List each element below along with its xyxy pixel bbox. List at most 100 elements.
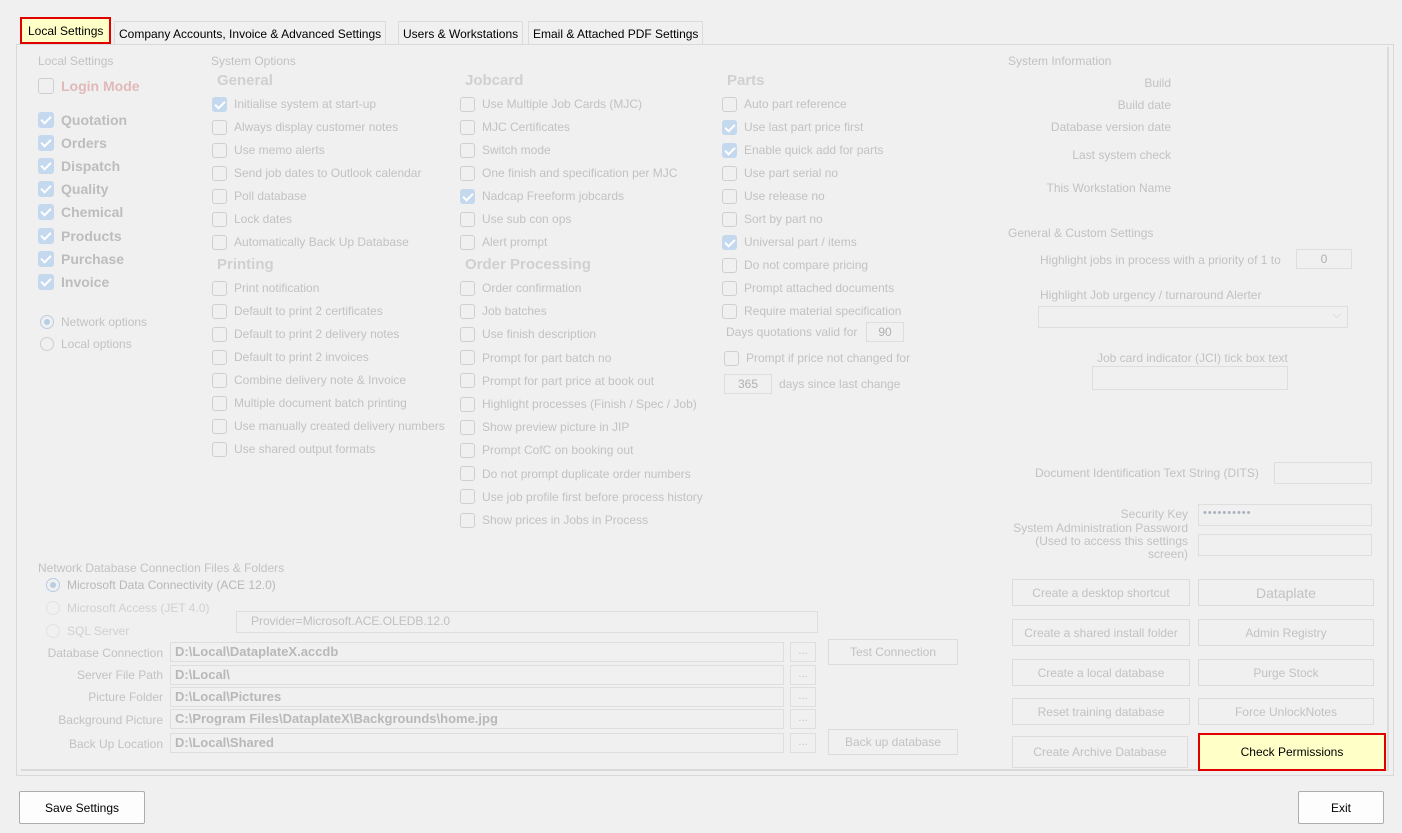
order-option-checkbox[interactable]: Use finish description [460,325,596,343]
highlight-priority-input[interactable]: 0 [1296,249,1352,269]
printing-option-checkbox[interactable]: Default to print 2 invoices [212,348,369,366]
save-settings-button[interactable]: Save Settings [19,791,145,824]
jobcard-option-checkbox[interactable]: One finish and specification per MJC [460,164,677,182]
parts-option-checkbox[interactable]: Auto part reference [722,95,847,113]
create-local-database-button[interactable]: Create a local database [1012,659,1190,686]
general-option-checkbox[interactable]: Always display customer notes [212,118,398,136]
server-path-input[interactable]: D:\Local\ [170,665,784,685]
parts-option-checkbox[interactable]: Sort by part no [722,210,823,228]
jci-label: Job card indicator (JCI) tick box text [1097,351,1288,365]
parts-option-checkbox[interactable]: Prompt attached documents [722,279,894,297]
jci-input[interactable] [1092,366,1288,390]
order-option-checkbox[interactable]: Show prices in Jobs in Process [460,511,648,529]
parts-option-checkbox[interactable]: Universal part / items [722,233,857,251]
order-option-checkbox[interactable]: Job batches [460,302,547,320]
printing-option-checkbox[interactable]: Default to print 2 certificates [212,302,383,320]
purge-stock-button[interactable]: Purge Stock [1198,659,1374,686]
order-option-checkbox[interactable]: Prompt for part batch no [460,349,611,367]
create-archive-database-button[interactable]: Create Archive Database [1012,736,1188,768]
module-checkbox[interactable]: Quality [38,180,108,198]
admin-registry-button[interactable]: Admin Registry [1198,619,1374,646]
admin-password-input[interactable] [1198,534,1372,556]
tab-email-pdf-settings[interactable]: Email & Attached PDF Settings [528,21,704,44]
order-option-checkbox[interactable]: Prompt CofC on booking out [460,441,633,459]
checkbox-label: Do not compare pricing [744,258,869,272]
jobcard-option-checkbox[interactable]: Use sub con ops [460,210,571,228]
network-options-radio[interactable]: Network options [40,313,147,331]
local-options-radio[interactable]: Local options [40,335,132,353]
module-checkbox[interactable]: Orders [38,134,107,152]
login-mode-checkbox[interactable]: Login Mode [38,77,140,95]
tab-users-workstations[interactable]: Users & Workstations [398,21,524,44]
printing-option-checkbox[interactable]: Default to print 2 delivery notes [212,325,399,343]
backup-location-input[interactable]: D:\Local\Shared [170,733,784,753]
ace-radio[interactable]: Microsoft Data Connectivity (ACE 12.0) [46,576,276,594]
create-shared-install-button[interactable]: Create a shared install folder [1012,619,1190,646]
parts-option-checkbox[interactable]: Require material specification [722,302,901,320]
backup-location-browse-button[interactable]: ... [790,733,816,753]
printing-option-checkbox[interactable]: Use manually created delivery numbers [212,417,445,435]
sql-radio[interactable]: SQL Server [46,622,129,640]
module-checkbox[interactable]: Purchase [38,250,124,268]
module-checkbox[interactable]: Chemical [38,203,123,221]
parts-option-checkbox[interactable]: Do not compare pricing [722,256,868,274]
module-checkbox[interactable]: Dispatch [38,157,120,175]
module-checkbox[interactable]: Invoice [38,273,109,291]
jet-radio[interactable]: Microsoft Access (JET 4.0) [46,599,209,617]
order-option-checkbox[interactable]: Order confirmation [460,279,581,297]
general-option-checkbox[interactable]: Send job dates to Outlook calendar [212,164,421,182]
checkbox-box [460,119,475,135]
printing-option-checkbox[interactable]: Combine delivery note & Invoice [212,371,406,389]
jobcard-option-checkbox[interactable]: Switch mode [460,141,551,159]
order-option-checkbox[interactable]: Highlight processes (Finish / Spec / Job… [460,395,697,413]
general-option-checkbox[interactable]: Use memo alerts [212,141,325,159]
order-option-checkbox[interactable]: Do not prompt duplicate order numbers [460,465,691,483]
module-checkbox[interactable]: Quotation [38,111,127,129]
create-desktop-shortcut-button[interactable]: Create a desktop shortcut [1012,579,1190,606]
parts-option-checkbox[interactable]: Use part serial no [722,164,838,182]
parts-option-checkbox[interactable]: Use release no [722,187,825,205]
db-connection-input[interactable]: D:\Local\DataplateX.accdb [170,642,784,662]
test-connection-button[interactable]: Test Connection [828,639,958,665]
parts-option-checkbox[interactable]: Enable quick add for parts [722,141,883,159]
order-option-checkbox[interactable]: Prompt for part price at book out [460,372,654,390]
dits-input[interactable] [1274,462,1372,484]
dataplate-button[interactable]: Dataplate [1198,579,1374,606]
printing-option-checkbox[interactable]: Use shared output formats [212,440,375,458]
printing-option-checkbox[interactable]: Print notification [212,279,319,297]
jobcard-option-checkbox[interactable]: MJC Certificates [460,118,570,136]
provider-input[interactable]: Provider=Microsoft.ACE.OLEDB.12.0 [236,611,818,633]
checkbox-label: Lock dates [234,212,293,226]
reset-training-database-button[interactable]: Reset training database [1012,698,1190,725]
picture-folder-browse-button[interactable]: ... [790,687,816,707]
check-permissions-button[interactable]: Check Permissions [1198,733,1386,771]
server-path-browse-button[interactable]: ... [790,665,816,685]
jobcard-option-checkbox[interactable]: Use Multiple Job Cards (MJC) [460,95,642,113]
printing-option-checkbox[interactable]: Multiple document batch printing [212,394,407,412]
security-key-input[interactable]: •••••••••• [1198,504,1372,526]
tab-company-accounts[interactable]: Company Accounts, Invoice & Advanced Set… [114,21,387,44]
force-unlock-notes-button[interactable]: Force UnlockNotes [1198,698,1374,725]
general-option-checkbox[interactable]: Automatically Back Up Database [212,233,409,251]
urgency-dropdown[interactable]: ⌵ [1038,306,1348,328]
general-option-checkbox[interactable]: Lock dates [212,210,292,228]
general-option-checkbox[interactable]: Poll database [212,187,307,205]
jobcard-option-checkbox[interactable]: Nadcap Freeform jobcards [460,187,624,205]
checkbox-box [460,303,475,319]
backup-database-button[interactable]: Back up database [828,729,958,755]
background-picture-input[interactable]: C:\Program Files\DataplateX\Backgrounds\… [170,709,784,729]
exit-button[interactable]: Exit [1298,791,1384,824]
prompt-price-checkbox[interactable]: Prompt if price not changed for [724,349,910,367]
module-checkbox[interactable]: Products [38,227,122,245]
days-valid-input[interactable]: 90 [866,322,904,342]
jobcard-option-checkbox[interactable]: Alert prompt [460,233,547,251]
order-option-checkbox[interactable]: Show preview picture in JIP [460,418,629,436]
db-connection-browse-button[interactable]: ... [790,642,816,662]
days-since-input[interactable]: 365 [724,374,772,394]
tab-local-settings[interactable]: Local Settings [20,17,112,44]
parts-option-checkbox[interactable]: Use last part price first [722,118,863,136]
order-option-checkbox[interactable]: Use job profile first before process his… [460,488,703,506]
general-option-checkbox[interactable]: Initialise system at start-up [212,95,376,113]
picture-folder-input[interactable]: D:\Local\Pictures [170,687,784,707]
background-picture-browse-button[interactable]: ... [790,709,816,729]
